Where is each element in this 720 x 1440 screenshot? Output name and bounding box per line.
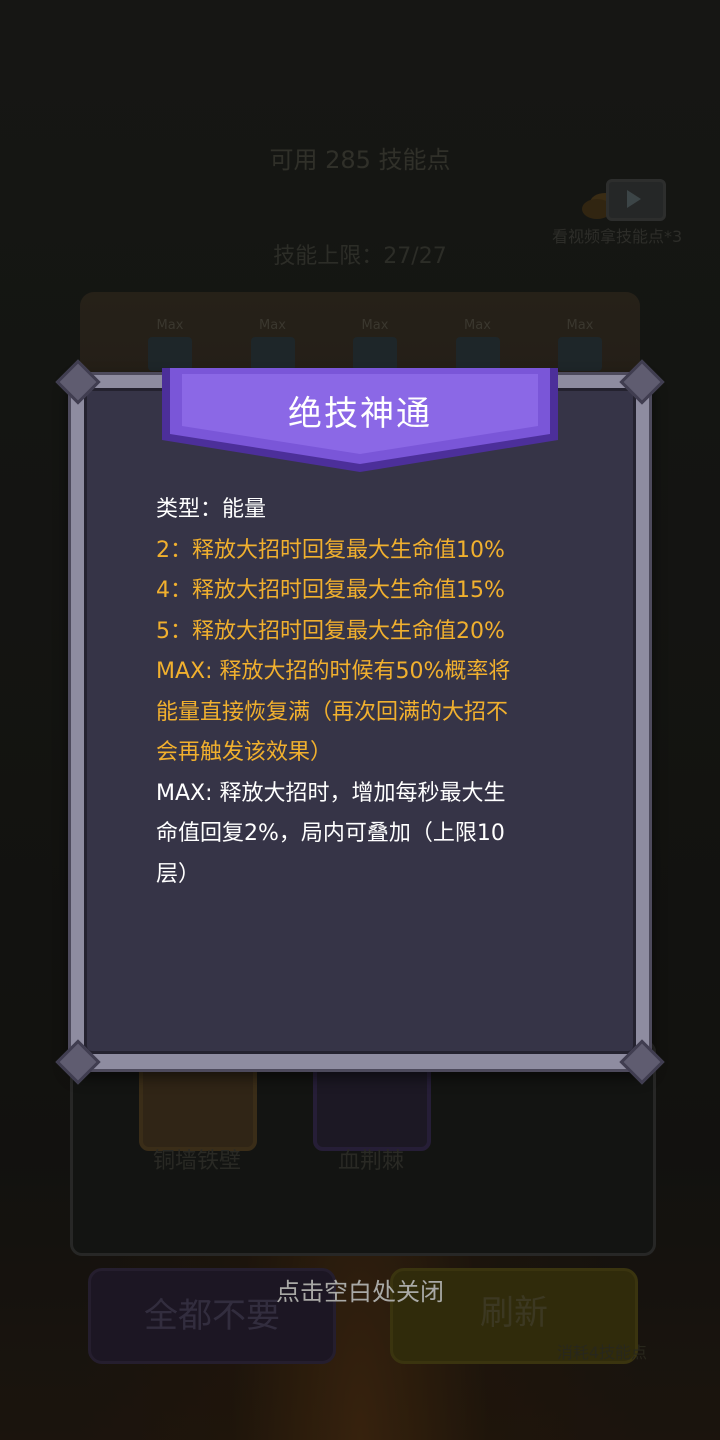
effect-line: 4：释放大招时回复最大生命值15% [156, 578, 505, 603]
effect-line: 能量直接恢复满（再次回满的大招不 [156, 699, 509, 725]
effect-line: MAX: 释放大招时，增加每秒最大生 [156, 780, 506, 806]
skill-description: 类型：能量 2：释放大招时回复最大生命值10% 4：释放大招时回复最大生命值15… [156, 490, 566, 895]
effect-line: 2：释放大招时回复最大生命值10% [156, 537, 505, 563]
title-banner: 绝技神通 [162, 368, 558, 476]
effect-line: 会再触发该效果） [156, 740, 333, 765]
tap-to-close-hint: 点击空白处关闭 [276, 1278, 444, 1306]
modal-title: 绝技神通 [288, 394, 432, 434]
effect-line: 5：释放大招时回复最大生命值20% [156, 618, 505, 644]
skill-detail-modal: 绝技神通 类型：能量 2：释放大招时回复最大生命值10% 4：释放大招时回复最大… [55, 359, 665, 1085]
effect-line: 层） [156, 861, 201, 887]
effect-line: MAX: 释放大招的时候有50%概率将 [156, 659, 511, 684]
effect-line: 命值回复2%，局内可叠加（上限10 [156, 821, 505, 846]
skill-type: 类型：能量 [156, 497, 267, 522]
